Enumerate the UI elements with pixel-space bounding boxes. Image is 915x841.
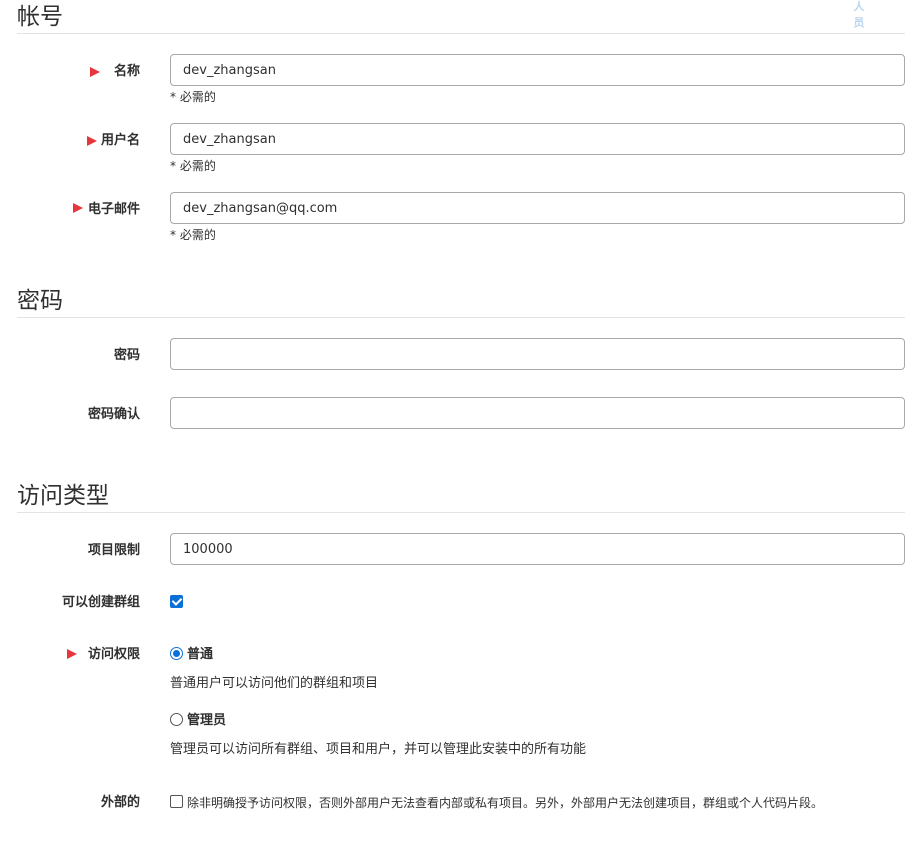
username-label: 用户名 xyxy=(100,133,140,148)
access-level-admin-label[interactable]: 管理员 xyxy=(187,712,226,730)
access-level-regular-radio[interactable] xyxy=(170,647,183,660)
required-arrow-icon xyxy=(90,67,100,77)
external-description: 除非明确授予访问权限，否则外部用户无法查看内部或私有项目。另外，外部用户无法创建… xyxy=(187,796,824,810)
corner-label: 人员 xyxy=(853,0,865,29)
section-title-account: 帐号 xyxy=(17,4,63,30)
required-arrow-icon xyxy=(73,203,83,213)
section-divider-access xyxy=(17,512,905,513)
email-input[interactable] xyxy=(170,192,905,224)
access-level-regular-label[interactable]: 普通 xyxy=(187,646,213,664)
section-title-password: 密码 xyxy=(17,288,63,314)
name-required-hint: * 必需的 xyxy=(170,90,216,104)
projects-limit-label: 项目限制 xyxy=(87,543,140,558)
section-divider-password xyxy=(17,317,905,318)
access-level-label: 访问权限 xyxy=(87,647,140,662)
password-input[interactable] xyxy=(170,338,905,370)
required-arrow-icon xyxy=(67,649,77,659)
external-checkbox[interactable] xyxy=(170,795,183,808)
projects-limit-input[interactable] xyxy=(170,533,905,565)
name-label: 名称 xyxy=(113,64,140,79)
password-label: 密码 xyxy=(113,348,140,363)
user-edit-form: 人员 帐号 名称 * 必需的 用户名 * 必需的 电子邮件 * 必需的 密码 密… xyxy=(0,0,915,841)
access-level-admin-radio[interactable] xyxy=(170,713,183,726)
section-title-access: 访问类型 xyxy=(17,483,109,509)
section-divider-account xyxy=(17,33,905,34)
username-input[interactable] xyxy=(170,123,905,155)
can-create-group-checkbox[interactable] xyxy=(170,595,183,608)
access-level-admin-description: 管理员可以访问所有群组、项目和用户，并可以管理此安装中的所有功能 xyxy=(170,742,587,757)
access-level-regular-description: 普通用户可以访问他们的群组和项目 xyxy=(170,676,379,691)
required-arrow-icon xyxy=(87,136,97,146)
external-label: 外部的 xyxy=(100,795,140,810)
username-required-hint: * 必需的 xyxy=(170,159,216,173)
password-confirm-label: 密码确认 xyxy=(87,407,140,422)
email-label: 电子邮件 xyxy=(87,202,140,217)
name-input[interactable] xyxy=(170,54,905,86)
password-confirm-input[interactable] xyxy=(170,397,905,429)
can-create-group-label: 可以创建群组 xyxy=(61,595,140,610)
email-required-hint: * 必需的 xyxy=(170,228,216,242)
